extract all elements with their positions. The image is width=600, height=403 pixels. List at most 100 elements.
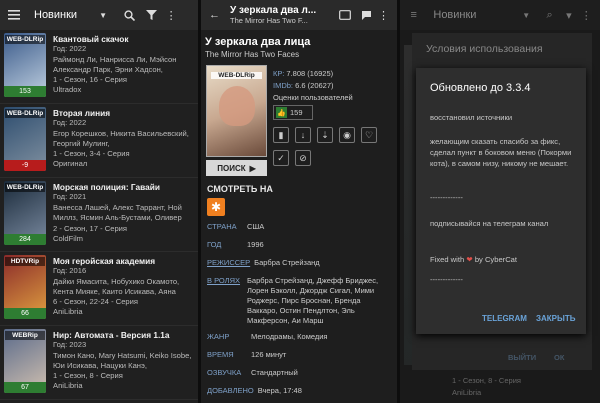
search-icon[interactable] — [121, 7, 137, 23]
dropdown-icon[interactable]: ▼ — [95, 7, 111, 23]
filter-icon[interactable] — [143, 7, 159, 23]
update-title: Обновлено до 3.3.4 — [430, 82, 531, 94]
original-title: The Mirror Has Two Faces — [205, 50, 300, 59]
field-value: Вчера, 17:48 — [257, 386, 302, 395]
download-icon[interactable]: ↓ — [295, 127, 311, 143]
kinopoisk-logo-icon[interactable]: ✱ — [207, 198, 225, 216]
item-cast: Раймонд Ли, Нанрисса Ли, Мэйсон Александ… — [53, 54, 177, 74]
info-field-row: СТРАНА США — [207, 222, 393, 232]
like-button[interactable]: 👍 159 — [273, 105, 313, 120]
header-title: У зеркала два л... — [230, 5, 317, 16]
field-label: ОЗВУЧКА — [207, 368, 242, 377]
update-line-telegram: подписывайся на телеграм канал — [430, 219, 549, 228]
more-icon[interactable]: ⋮ — [163, 7, 179, 23]
quality-badge: WEB-DLRip — [5, 35, 45, 44]
background-toolbar: ≡ Новинки ▼ ⌕ ▾ ⋮ — [400, 0, 600, 30]
search-label: ПОИСК — [217, 163, 246, 173]
info-field-row: В РОЛЯХ Барбра Стрейзанд, Джефф Бриджес, … — [207, 276, 393, 326]
field-value[interactable]: Барбра Стрейзанд — [254, 258, 393, 268]
heart-icon: ❤ — [466, 255, 473, 264]
item-year: Год: 2021 — [53, 192, 87, 202]
item-title: Вторая линия — [53, 108, 111, 118]
item-cast: Дайки Ямасита, Нобухико Окамото, Кента М… — [53, 276, 180, 296]
list-item[interactable]: WEB-DLRip 153 Квантовый скачок Год: 2022 Рай… — [0, 30, 198, 104]
item-episode: 6 - Сезон, 22-24 - Серия — [53, 297, 138, 307]
item-cast: Тимон Кано, Mary Hatsumi, Keiko Isobe, Ю… — [53, 350, 192, 370]
field-value: 126 минут — [251, 350, 287, 359]
background-snippet-2: AniLibria — [452, 388, 482, 397]
exit-button[interactable]: ВЫЙТИ — [508, 353, 536, 362]
fixed-with-line: Fixed with ❤ by CyberCat — [430, 254, 517, 265]
info-field-row: РЕЖИССЕР Барбра Стрейзанд — [207, 258, 393, 268]
item-title: Моя геройская академия — [53, 256, 156, 266]
fixed-with-label: Fixed with — [430, 255, 465, 264]
movie-title: У зеркала два лица — [205, 36, 311, 48]
quality-badge: WEB-DLRip — [5, 109, 45, 118]
block-icon[interactable]: ⊘ — [295, 150, 311, 166]
rating-count: 284 — [4, 234, 46, 245]
telegram-button[interactable]: TELEGRAM — [482, 314, 527, 323]
field-label: ВРЕМЯ — [207, 350, 234, 359]
cast-icon[interactable] — [338, 7, 353, 23]
detail-screen: ← У зеркала два л... The Mirror Has Two … — [201, 0, 397, 403]
info-field-row: ГОД 1996 — [207, 240, 393, 250]
poster-quality-badge: WEB-DLRip — [211, 72, 262, 79]
play-icon: ▶ — [249, 163, 256, 173]
more-icon[interactable]: ⋮ — [376, 7, 391, 23]
field-value[interactable]: Барбра Стрейзанд, Джефф Бриджес, Лорен Б… — [247, 276, 393, 326]
list-item[interactable]: WEBRip 67 Нир: Автомата - Версия 1.1а Год: … — [0, 326, 198, 400]
field-label: ДОБАВЛЕНО — [207, 386, 254, 395]
thumbs-up-icon: 👍 — [276, 107, 287, 118]
item-episode: 2 - Сезон, 17 - Серия — [53, 223, 128, 233]
rating-count: 153 — [4, 86, 46, 97]
back-arrow-icon[interactable]: ← — [207, 7, 222, 23]
movie-poster: WEB-DLRip — [206, 65, 267, 157]
item-episode: 1 - Сезон, 8 - Серия — [53, 371, 123, 381]
item-info: Морская полиция: Гавайи Год: 2021 Ванесса … — [53, 182, 194, 244]
eye-icon[interactable]: ◉ — [339, 127, 355, 143]
list-item[interactable]: HDTVRip 66 Моя геройская академия Год: 2016… — [0, 252, 198, 326]
search-button[interactable]: ПОИСК ▶ — [206, 160, 267, 176]
item-cast: Егор Корешков, Никита Васильевский, Геор… — [53, 128, 189, 148]
filter-icon: ▾ — [566, 9, 572, 22]
field-label[interactable]: РЕЖИССЕР — [207, 258, 250, 268]
field-value: Мелодрамы, Комедия — [251, 332, 328, 341]
poster-image: WEB-DLRip -9 — [4, 107, 46, 171]
header-subtitle: The Mirror Has Two F... — [230, 16, 308, 25]
update-dialog: Обновлено до 3.3.4 восстановил источники… — [416, 68, 586, 334]
quality-badge: HDTVRip — [5, 257, 45, 266]
list-title[interactable]: Новинки — [34, 9, 77, 21]
release-list: WEB-DLRip 153 Квантовый скачок Год: 2022 Рай… — [0, 30, 198, 400]
menu-icon[interactable] — [6, 7, 22, 23]
close-button[interactable]: ЗАКРЫТЬ — [536, 314, 575, 323]
field-label: ГОД — [207, 240, 222, 249]
field-value: Стандартный — [251, 368, 298, 377]
item-voiceover: ColdFilm — [53, 233, 83, 243]
list-item[interactable]: WEB-DLRip -9 Вторая линия Год: 2022 Егор Кор… — [0, 104, 198, 178]
ok-button[interactable]: ОК — [554, 353, 564, 362]
heart-icon[interactable]: ♡ — [361, 127, 377, 143]
item-cast: Ванесса Лашей, Алекс Таррант, Ной Миллз,… — [53, 202, 182, 224]
poster-image: WEB-DLRip 284 — [4, 181, 46, 245]
bookmark-icon[interactable]: ▮ — [273, 127, 289, 143]
comments-icon[interactable] — [359, 7, 374, 23]
sort-down-icon[interactable]: ⇣ — [317, 127, 333, 143]
by-label: by CyberCat — [474, 255, 518, 264]
update-line-thanks: желающим сказать спасибо за фикс, сделал… — [430, 137, 572, 168]
separator-text: ------------- — [430, 193, 463, 202]
info-field-row: ЖАНР Мелодрамы, Комедия — [207, 332, 393, 342]
list-item[interactable]: WEB-DLRip 284 Морская полиция: Гавайи Год: … — [0, 178, 198, 252]
separator-text-2: ------------- — [430, 275, 463, 284]
item-title: Квантовый скачок — [53, 34, 129, 44]
list-toolbar: Новинки ▼ ⋮ — [0, 0, 198, 30]
imdb-label: IMDb: — [273, 81, 294, 90]
background-snippet: 1 - Сезон, 8 - Серия — [452, 376, 521, 385]
item-year: Год: 2022 — [53, 44, 87, 54]
item-voiceover: Оригинал — [53, 159, 88, 169]
item-episode: 1 - Сезон, 16 - Серия — [53, 75, 128, 85]
check-icon[interactable]: ✓ — [273, 150, 289, 166]
update-line-sources: восстановил источники — [430, 113, 513, 122]
item-voiceover: AniLibria — [53, 307, 83, 317]
item-voiceover: AniLibria — [53, 381, 83, 391]
field-label[interactable]: В РОЛЯХ — [207, 276, 243, 326]
